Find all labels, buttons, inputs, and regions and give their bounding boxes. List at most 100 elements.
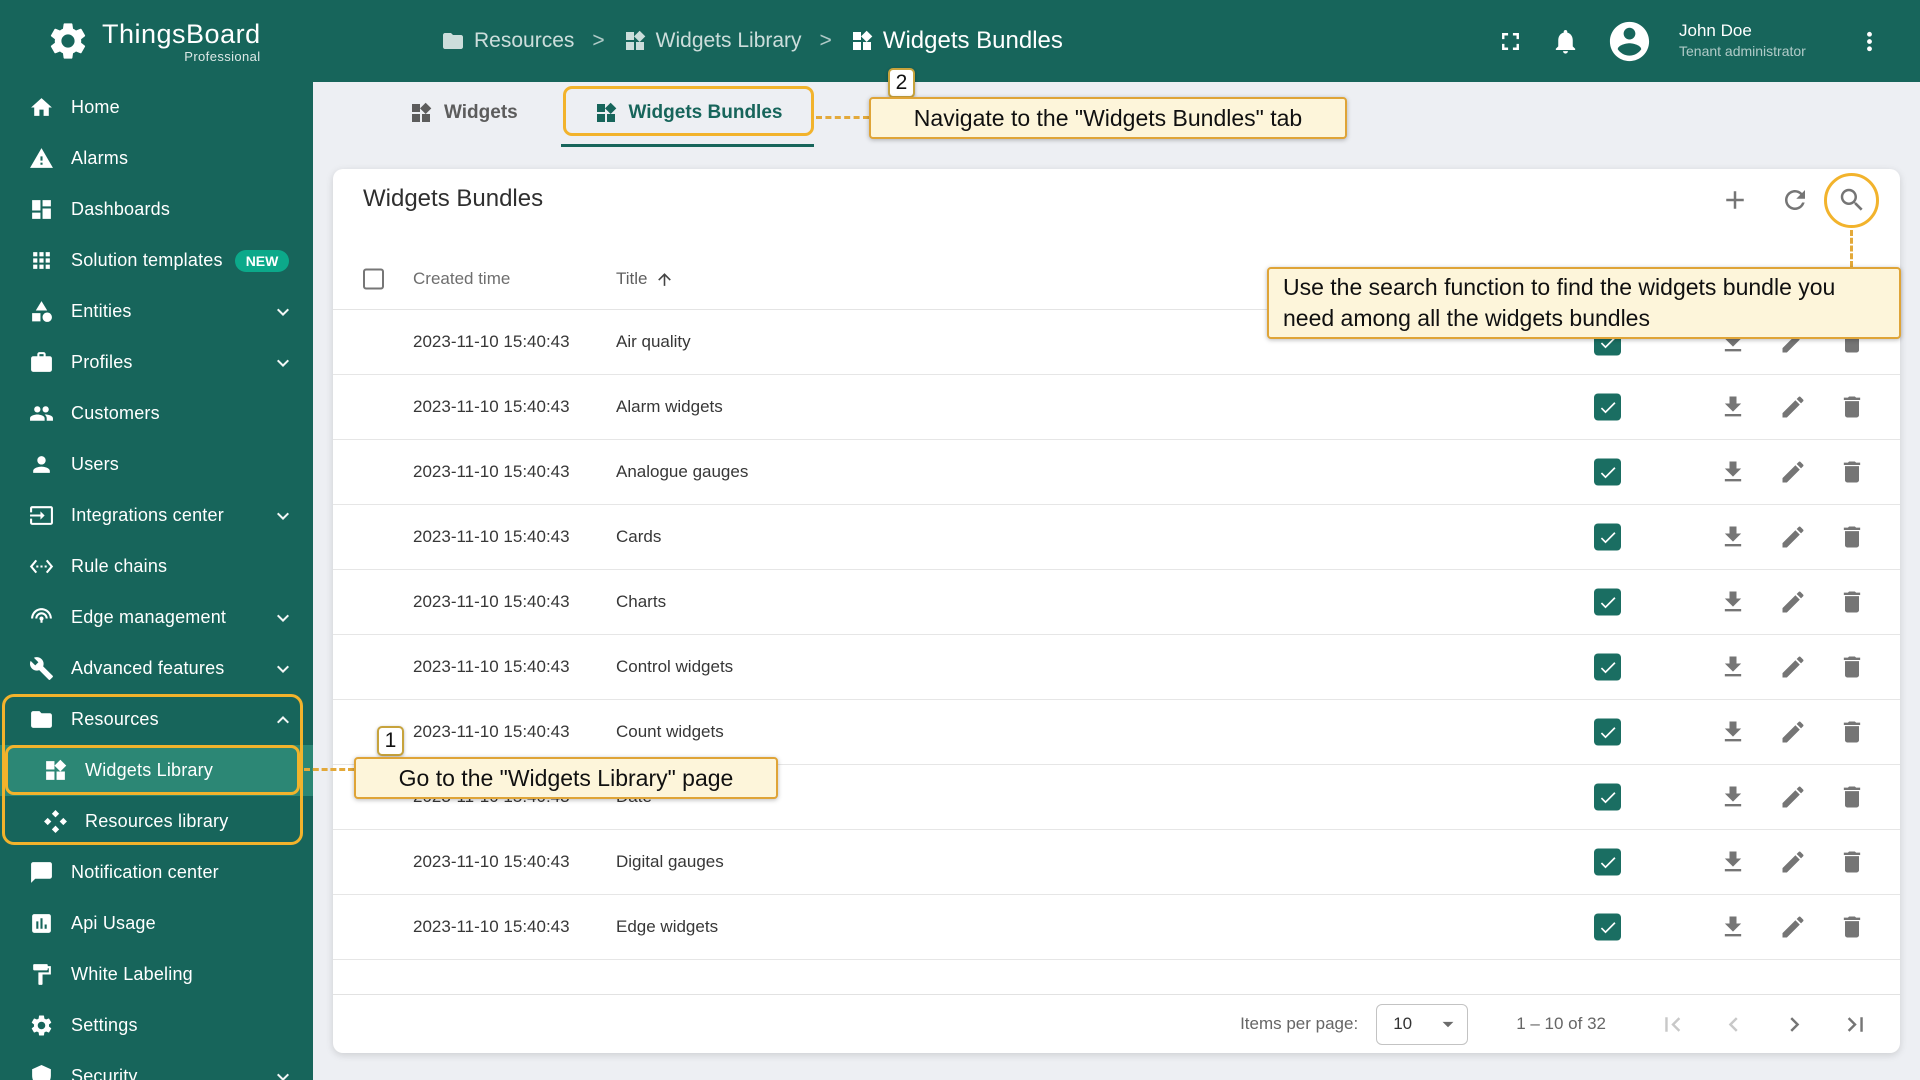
row-checkbox-checked[interactable] [1594,523,1621,551]
paint-icon [28,962,54,987]
delete-icon[interactable] [1838,523,1866,551]
row-checkbox-checked[interactable] [1594,718,1621,746]
row-checkbox-checked[interactable] [1594,328,1621,356]
notifications-bell-icon[interactable] [1551,27,1580,56]
table-row[interactable]: 2023-11-10 15:40:43 Edge widgets [333,895,1900,960]
table-row[interactable]: 2023-11-10 15:40:43 Control widgets [333,635,1900,700]
table-row[interactable]: 2023-11-10 15:40:43 Air quality [333,310,1900,375]
download-icon[interactable] [1719,913,1747,941]
download-icon[interactable] [1719,523,1747,551]
table-row[interactable]: 2023-11-10 15:40:43 Analogue gauges [333,440,1900,505]
breadcrumb-item-widgets-bundles[interactable]: Widgets Bundles [850,27,1063,55]
sidebar-item-integrations-center[interactable]: Integrations center [0,490,313,541]
table-row[interactable]: 2023-11-10 15:40:43 Count widgets [333,700,1900,765]
sidebar-item-label: Home [71,97,120,117]
sidebar-item-dashboards[interactable]: Dashboards [0,184,313,235]
sidebar-item-users[interactable]: Users [0,439,313,490]
cell-title: Charts [616,592,667,611]
breadcrumb-item-resources[interactable]: Resources [441,29,574,53]
add-button[interactable] [1720,185,1750,215]
edit-icon[interactable] [1779,523,1807,551]
tab-widgets-bundles[interactable]: Widgets Bundles [563,87,813,139]
download-icon[interactable] [1719,458,1747,486]
download-icon[interactable] [1719,718,1747,746]
delete-icon[interactable] [1838,718,1866,746]
row-checkbox-checked[interactable] [1594,783,1621,811]
delete-icon[interactable] [1838,653,1866,681]
row-checkbox-checked[interactable] [1594,913,1621,941]
next-page-icon[interactable] [1780,1010,1809,1039]
column-title[interactable]: Title [616,269,674,289]
first-page-icon[interactable] [1658,1010,1687,1039]
sidebar-item-resources-library[interactable]: Resources library [0,796,313,847]
sidebar-item-solution-templates[interactable]: Solution templates NEW [0,235,313,286]
row-checkbox-checked[interactable] [1594,458,1621,486]
sidebar-item-entities[interactable]: Entities [0,286,313,337]
dropdown-caret-icon [1435,1011,1461,1037]
delete-icon[interactable] [1838,458,1866,486]
fullscreen-icon[interactable] [1496,27,1525,56]
more-menu-icon[interactable] [1855,27,1884,56]
download-icon[interactable] [1719,393,1747,421]
cell-title: Digital gauges [616,852,724,871]
sidebar-item-alarms[interactable]: Alarms [0,133,313,184]
sidebar-item-notification-center[interactable]: Notification center [0,847,313,898]
sidebar-item-resources[interactable]: Resources [0,694,313,745]
table-row[interactable]: 2023-11-10 15:40:43 Digital gauges [333,830,1900,895]
edit-icon[interactable] [1779,783,1807,811]
sidebar-item-home[interactable]: Home [0,82,313,133]
sidebar-item-settings[interactable]: Settings [0,1000,313,1051]
sidebar-item-profiles[interactable]: Profiles [0,337,313,388]
edit-icon[interactable] [1779,913,1807,941]
sidebar-item-widgets-library[interactable]: Widgets Library [0,745,313,796]
download-icon[interactable] [1719,848,1747,876]
row-checkbox-checked[interactable] [1594,393,1621,421]
table-row[interactable]: 2023-11-10 15:40:43 Date [333,765,1900,830]
edit-icon[interactable] [1779,393,1807,421]
row-checkbox-checked[interactable] [1594,848,1621,876]
thingsboard-logo-icon [46,19,90,63]
previous-page-icon[interactable] [1719,1010,1748,1039]
edit-icon[interactable] [1779,718,1807,746]
delete-icon[interactable] [1838,328,1866,356]
delete-icon[interactable] [1838,783,1866,811]
edit-icon[interactable] [1779,458,1807,486]
download-icon[interactable] [1719,783,1747,811]
table-row[interactable]: 2023-11-10 15:40:43 Charts [333,570,1900,635]
refresh-button[interactable] [1780,185,1810,215]
sidebar-item-advanced-features[interactable]: Advanced features [0,643,313,694]
chevron-down-icon [271,657,295,681]
sidebar-item-white-labeling[interactable]: White Labeling [0,949,313,1000]
sidebar-item-rule-chains[interactable]: Rule chains [0,541,313,592]
download-icon[interactable] [1719,653,1747,681]
sidebar-item-edge-management[interactable]: Edge management [0,592,313,643]
edit-icon[interactable] [1779,588,1807,616]
delete-icon[interactable] [1838,588,1866,616]
items-per-page-select[interactable]: 10 [1376,1003,1469,1045]
table-row[interactable]: 2023-11-10 15:40:43 Cards [333,505,1900,570]
delete-icon[interactable] [1838,393,1866,421]
last-page-icon[interactable] [1841,1010,1870,1039]
tab-widgets[interactable]: Widgets [409,87,518,139]
input-icon [28,503,54,528]
delete-icon[interactable] [1838,848,1866,876]
download-icon[interactable] [1719,328,1747,356]
row-checkbox-checked[interactable] [1594,588,1621,616]
download-icon[interactable] [1719,588,1747,616]
delete-icon[interactable] [1838,913,1866,941]
search-button[interactable] [1837,185,1867,215]
sidebar-item-customers[interactable]: Customers [0,388,313,439]
edit-icon[interactable] [1779,848,1807,876]
row-checkbox-checked[interactable] [1594,653,1621,681]
column-created-time[interactable]: Created time [413,269,510,289]
edit-icon[interactable] [1779,328,1807,356]
avatar[interactable] [1606,18,1653,65]
table-row[interactable]: 2023-11-10 15:40:43 Alarm widgets [333,375,1900,440]
logo[interactable]: ThingsBoard Professional [0,19,313,64]
select-all-checkbox[interactable] [363,268,384,290]
sidebar-item-security[interactable]: Security [0,1051,313,1080]
sidebar-item-api-usage[interactable]: Api Usage [0,898,313,949]
edit-icon[interactable] [1779,653,1807,681]
breadcrumb-item-widgets-library[interactable]: Widgets Library [623,29,802,53]
table-body: 2023-11-10 15:40:43 Air quality 2023-11-… [333,310,1900,960]
